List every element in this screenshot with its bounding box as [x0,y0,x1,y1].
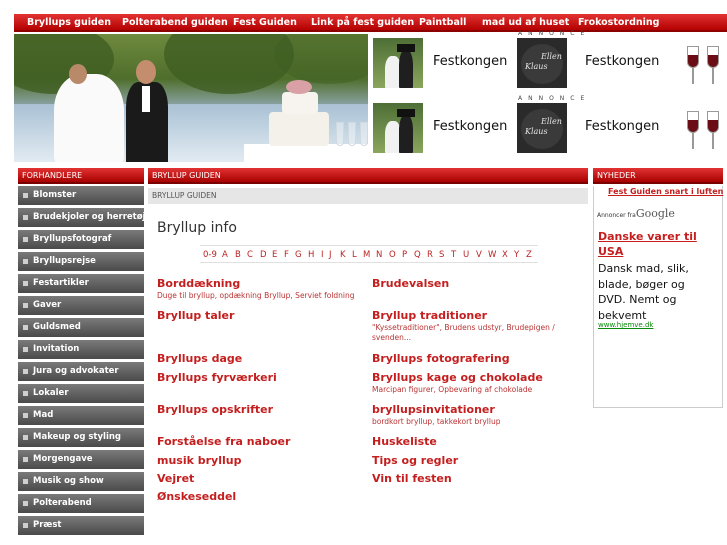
main-content: BRYLLUP GUIDEN BRYLLUP GUIDEN Bryllup in… [148,168,588,545]
alpha-i[interactable]: I [321,250,324,260]
category-bryllups-kage[interactable]: Bryllups kage og chokolade Marcipan figu… [372,371,543,395]
alpha-s[interactable]: S [439,250,444,260]
sidebar-item-blomster[interactable]: Blomster [18,186,144,205]
sponsored-ad-url[interactable]: www.hjemve.dk [598,321,653,329]
alphabet-index: 0-9 A B C D E F G H I J K L M N O P Q R … [200,245,538,263]
ad-text[interactable]: Festkongen [585,119,659,134]
category-bryllups-opskrifter[interactable]: Bryllups opskrifter [157,403,273,416]
alpha-k[interactable]: K [340,250,346,260]
category-oenskeseddel[interactable]: Ønskeseddel [157,490,236,503]
breadcrumb: BRYLLUP GUIDEN [148,188,588,204]
ad-text[interactable]: Festkongen [433,119,507,134]
category-bryllups-fotografering[interactable]: Bryllups fotografering [372,352,510,365]
alpha-e[interactable]: E [272,250,277,260]
alpha-l[interactable]: L [352,250,357,260]
wine-glasses-thumbnail [677,103,727,153]
sidebar-item-brudekjoler[interactable]: Brudekjoler og herretøj [18,208,144,227]
category-musik-bryllup[interactable]: musik bryllup [157,454,241,467]
nav-fest-guiden[interactable]: Fest Guiden [233,14,297,32]
alpha-r[interactable]: R [427,250,433,260]
sidebar-item-festartikler[interactable]: Festartikler [18,274,144,293]
alpha-o[interactable]: O [389,250,396,260]
ad-text[interactable]: Festkongen [585,54,659,69]
page-title: Bryllup info [157,220,237,236]
sidebar-menu: Blomster Brudekjoler og herretøj Bryllup… [18,186,144,538]
ad-banner-2[interactable]: Festkongen ANNONCE Klaus Ellen Festkonge… [372,95,727,155]
sponsored-ad-body: Dansk mad, slik, blade, bøger og DVD. Ne… [598,262,689,322]
ad-text[interactable]: Festkongen [433,54,507,69]
alpha-a[interactable]: A [222,250,228,260]
alpha-m[interactable]: M [363,250,370,260]
ad-banner-1[interactable]: Festkongen ANNONCE Klaus Ellen Festkonge… [372,30,727,90]
wedding-couple-thumbnail [373,103,423,153]
sidebar-item-invitation[interactable]: Invitation [18,340,144,359]
alpha-z[interactable]: Z [526,250,532,260]
alpha-q[interactable]: Q [414,250,421,260]
category-bryllup-taler[interactable]: Bryllup taler [157,309,234,322]
sidebar-item-jura[interactable]: Jura og advokater [18,362,144,381]
nav-polterabend-guiden[interactable]: Polterabend guiden [122,14,228,32]
sidebar-item-guldsmed[interactable]: Guldsmed [18,318,144,337]
alpha-d[interactable]: D [260,250,267,260]
category-vejret[interactable]: Vejret [157,472,194,485]
category-bryllupsinvitationer[interactable]: bryllupsinvitationer bordkort bryllup, t… [372,403,500,427]
annonce-label: ANNONCE [518,30,591,37]
news-link[interactable]: Fest Guiden snart i luften [608,187,723,196]
alpha-g[interactable]: G [295,250,302,260]
sidebar-item-makeup[interactable]: Makeup og styling [18,428,144,447]
alpha-j[interactable]: J [329,250,332,260]
top-navigation: Bryllups guiden Polterabend guiden Fest … [14,14,727,32]
alpha-t[interactable]: T [451,250,456,260]
sidebar-item-praest[interactable]: Præst [18,516,144,535]
alpha-v[interactable]: V [476,250,482,260]
category-bryllup-traditioner[interactable]: Bryllup traditioner "Kyssetraditioner", … [372,309,572,343]
alpha-p[interactable]: P [402,250,407,260]
sidebar-header: FORHANDLERE [18,168,144,184]
annonce-label: ANNONCE [518,95,591,102]
sidebar-item-bryllupsrejse[interactable]: Bryllupsrejse [18,252,144,271]
chalkboard-thumbnail: Klaus Ellen [517,103,567,153]
wedding-couple-thumbnail [373,38,423,88]
alpha-n[interactable]: N [376,250,382,260]
google-logo: Google [635,207,675,220]
alpha-u[interactable]: U [463,250,469,260]
alpha-f[interactable]: F [284,250,289,260]
alpha-h[interactable]: H [308,250,314,260]
category-vin-til-festen[interactable]: Vin til festen [372,472,452,485]
wine-glasses-thumbnail [677,38,727,88]
chalkboard-thumbnail: Klaus Ellen [517,38,567,88]
alpha-x[interactable]: X [502,250,508,260]
category-brudevalsen[interactable]: Brudevalsen [372,277,449,290]
sidebar-item-morgengave[interactable]: Morgengave [18,450,144,469]
sidebar-item-gaver[interactable]: Gaver [18,296,144,315]
alpha-b[interactable]: B [235,250,241,260]
sidebar-item-polterabend[interactable]: Polterabend [18,494,144,513]
news-header: NYHEDER [593,168,723,184]
nav-bryllups-guiden[interactable]: Bryllups guiden [27,14,111,32]
nav-paintball[interactable]: Paintball [419,14,466,32]
sponsored-ad-title[interactable]: Danske varer til USA [598,229,718,259]
sidebar-item-bryllupsfotograf[interactable]: Bryllupsfotograf [18,230,144,249]
google-ads-label: Annoncer fraGoogle [597,207,675,220]
category-tips-og-regler[interactable]: Tips og regler [372,454,458,467]
alpha-c[interactable]: C [247,250,253,260]
sidebar-item-mad[interactable]: Mad [18,406,144,425]
alpha-0-9[interactable]: 0-9 [203,250,217,260]
sidebar-item-lokaler[interactable]: Lokaler [18,384,144,403]
category-bryllups-dage[interactable]: Bryllups dage [157,352,242,365]
category-huskeliste[interactable]: Huskeliste [372,435,437,448]
category-borddaekning[interactable]: Borddækning Duge til bryllup, opdækning … [157,277,355,301]
wedding-hero-image [14,34,368,162]
category-bryllups-fyrvaerkeri[interactable]: Bryllups fyrværkeri [157,371,277,384]
alpha-w[interactable]: W [488,250,496,260]
alpha-y[interactable]: Y [514,250,519,260]
nav-link-paa-fest-guiden[interactable]: Link på fest guiden [311,14,414,32]
sidebar-item-musik[interactable]: Musik og show [18,472,144,491]
category-forstaaelse-naboer[interactable]: Forståelse fra naboer [157,435,290,448]
main-header: BRYLLUP GUIDEN [148,168,588,184]
